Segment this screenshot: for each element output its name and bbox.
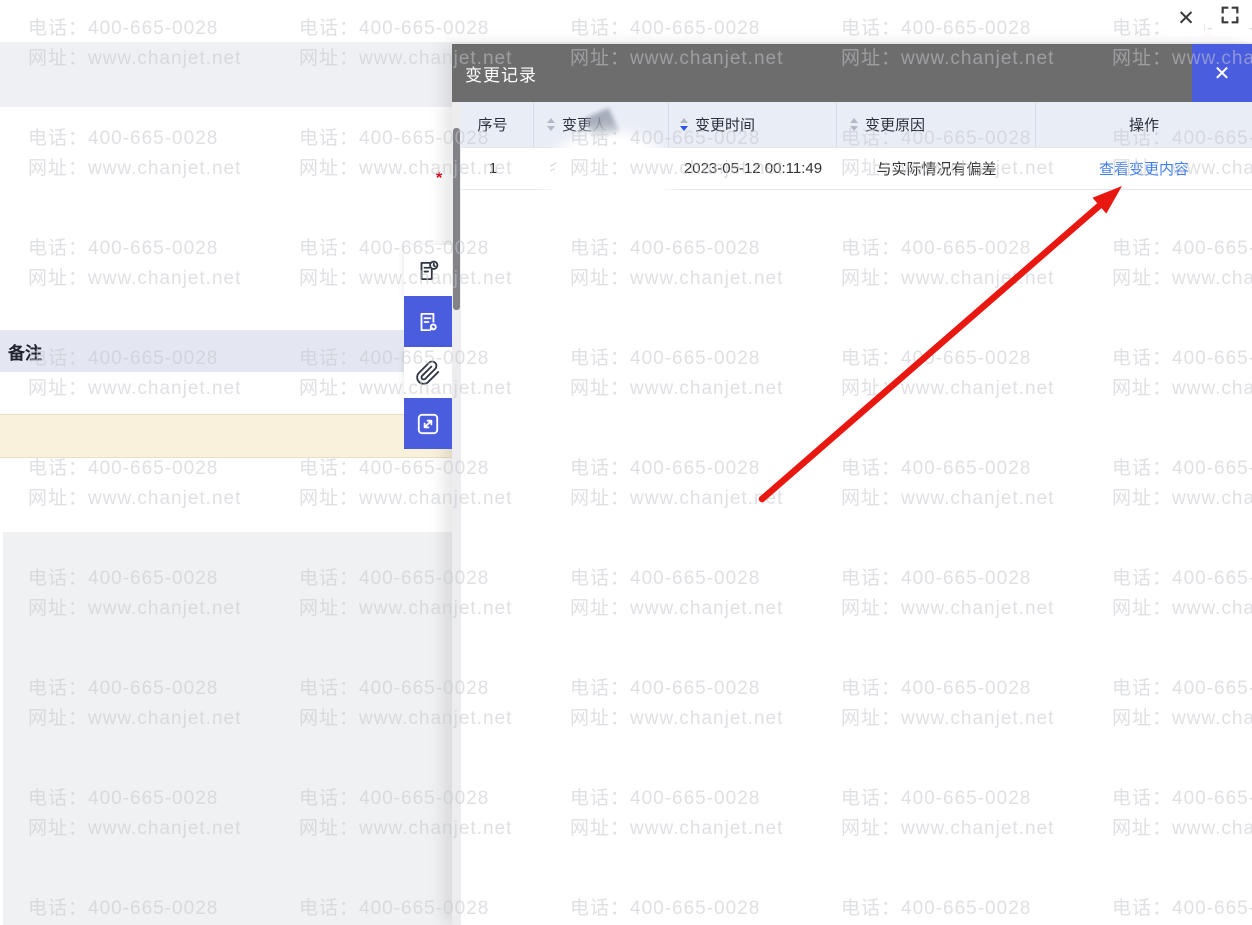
expand-button[interactable]: [404, 398, 452, 449]
cell-reason: 与实际情况有偏差: [837, 148, 1036, 189]
screen: 备注 * 变更记录 ✕ 序号 变更人 变更时间 变更原因 操作 1 2023-0…: [0, 0, 1252, 925]
vertical-scrollbar[interactable]: [452, 102, 461, 925]
record-refresh-icon: [415, 309, 441, 335]
attachment-button[interactable]: [404, 347, 452, 398]
side-toolbar: [404, 245, 452, 449]
expand-icon: [415, 411, 441, 437]
column-label: 变更原因: [865, 117, 926, 134]
record-clock-button[interactable]: [404, 245, 452, 296]
reason-value: 与实际情况有偏差: [876, 161, 997, 178]
column-label: 序号: [477, 117, 508, 134]
column-header-time[interactable]: 变更时间: [669, 102, 837, 147]
column-header-seq[interactable]: 序号: [452, 102, 534, 147]
record-clock-icon: [415, 258, 441, 284]
close-icon: ✕: [1177, 6, 1195, 30]
cell-seq: 1: [452, 148, 534, 189]
fullscreen-brackets-icon: [1219, 4, 1241, 32]
sort-icons[interactable]: [547, 118, 555, 131]
page-close-button[interactable]: ✕: [1168, 0, 1204, 36]
scrollbar-thumb[interactable]: [453, 128, 460, 310]
column-header-reason[interactable]: 变更原因: [837, 102, 1036, 147]
modal-close-button[interactable]: ✕: [1192, 44, 1252, 102]
sort-icons[interactable]: [680, 118, 688, 131]
sort-icons[interactable]: [850, 118, 858, 131]
table-header-row: 序号 变更人 变更时间 变更原因 操作: [452, 102, 1252, 148]
column-header-action: 操作: [1036, 102, 1252, 147]
column-label: 操作: [1128, 117, 1159, 134]
view-change-content-link[interactable]: 查看变更内容: [1099, 158, 1189, 179]
highlighted-form-row: [0, 414, 452, 458]
column-label: 变更时间: [695, 117, 756, 134]
change-record-modal: 变更记录 ✕ 序号 变更人 变更时间 变更原因 操作 1 2023-05-12 …: [452, 44, 1252, 925]
cell-action: 查看变更内容: [1036, 148, 1252, 189]
time-value: 2023-05-12 00:11:49: [683, 160, 823, 177]
window-controls: ✕: [1168, 0, 1252, 36]
required-field-marker: *: [436, 170, 443, 187]
change-record-button[interactable]: [404, 296, 452, 347]
cell-time: 2023-05-12 00:11:49: [669, 148, 837, 189]
form-lower-area: [3, 532, 452, 925]
modal-title: 变更记录: [465, 65, 537, 85]
privacy-blur-name: [552, 138, 666, 218]
page-fullscreen-button[interactable]: [1212, 0, 1248, 36]
remark-label: 备注: [8, 343, 42, 363]
close-icon: ✕: [1213, 62, 1231, 85]
remark-section-header: 备注: [0, 330, 452, 372]
attachment-icon: [415, 360, 441, 386]
modal-header: 变更记录 ✕: [452, 44, 1252, 102]
seq-value: 1: [488, 160, 498, 177]
